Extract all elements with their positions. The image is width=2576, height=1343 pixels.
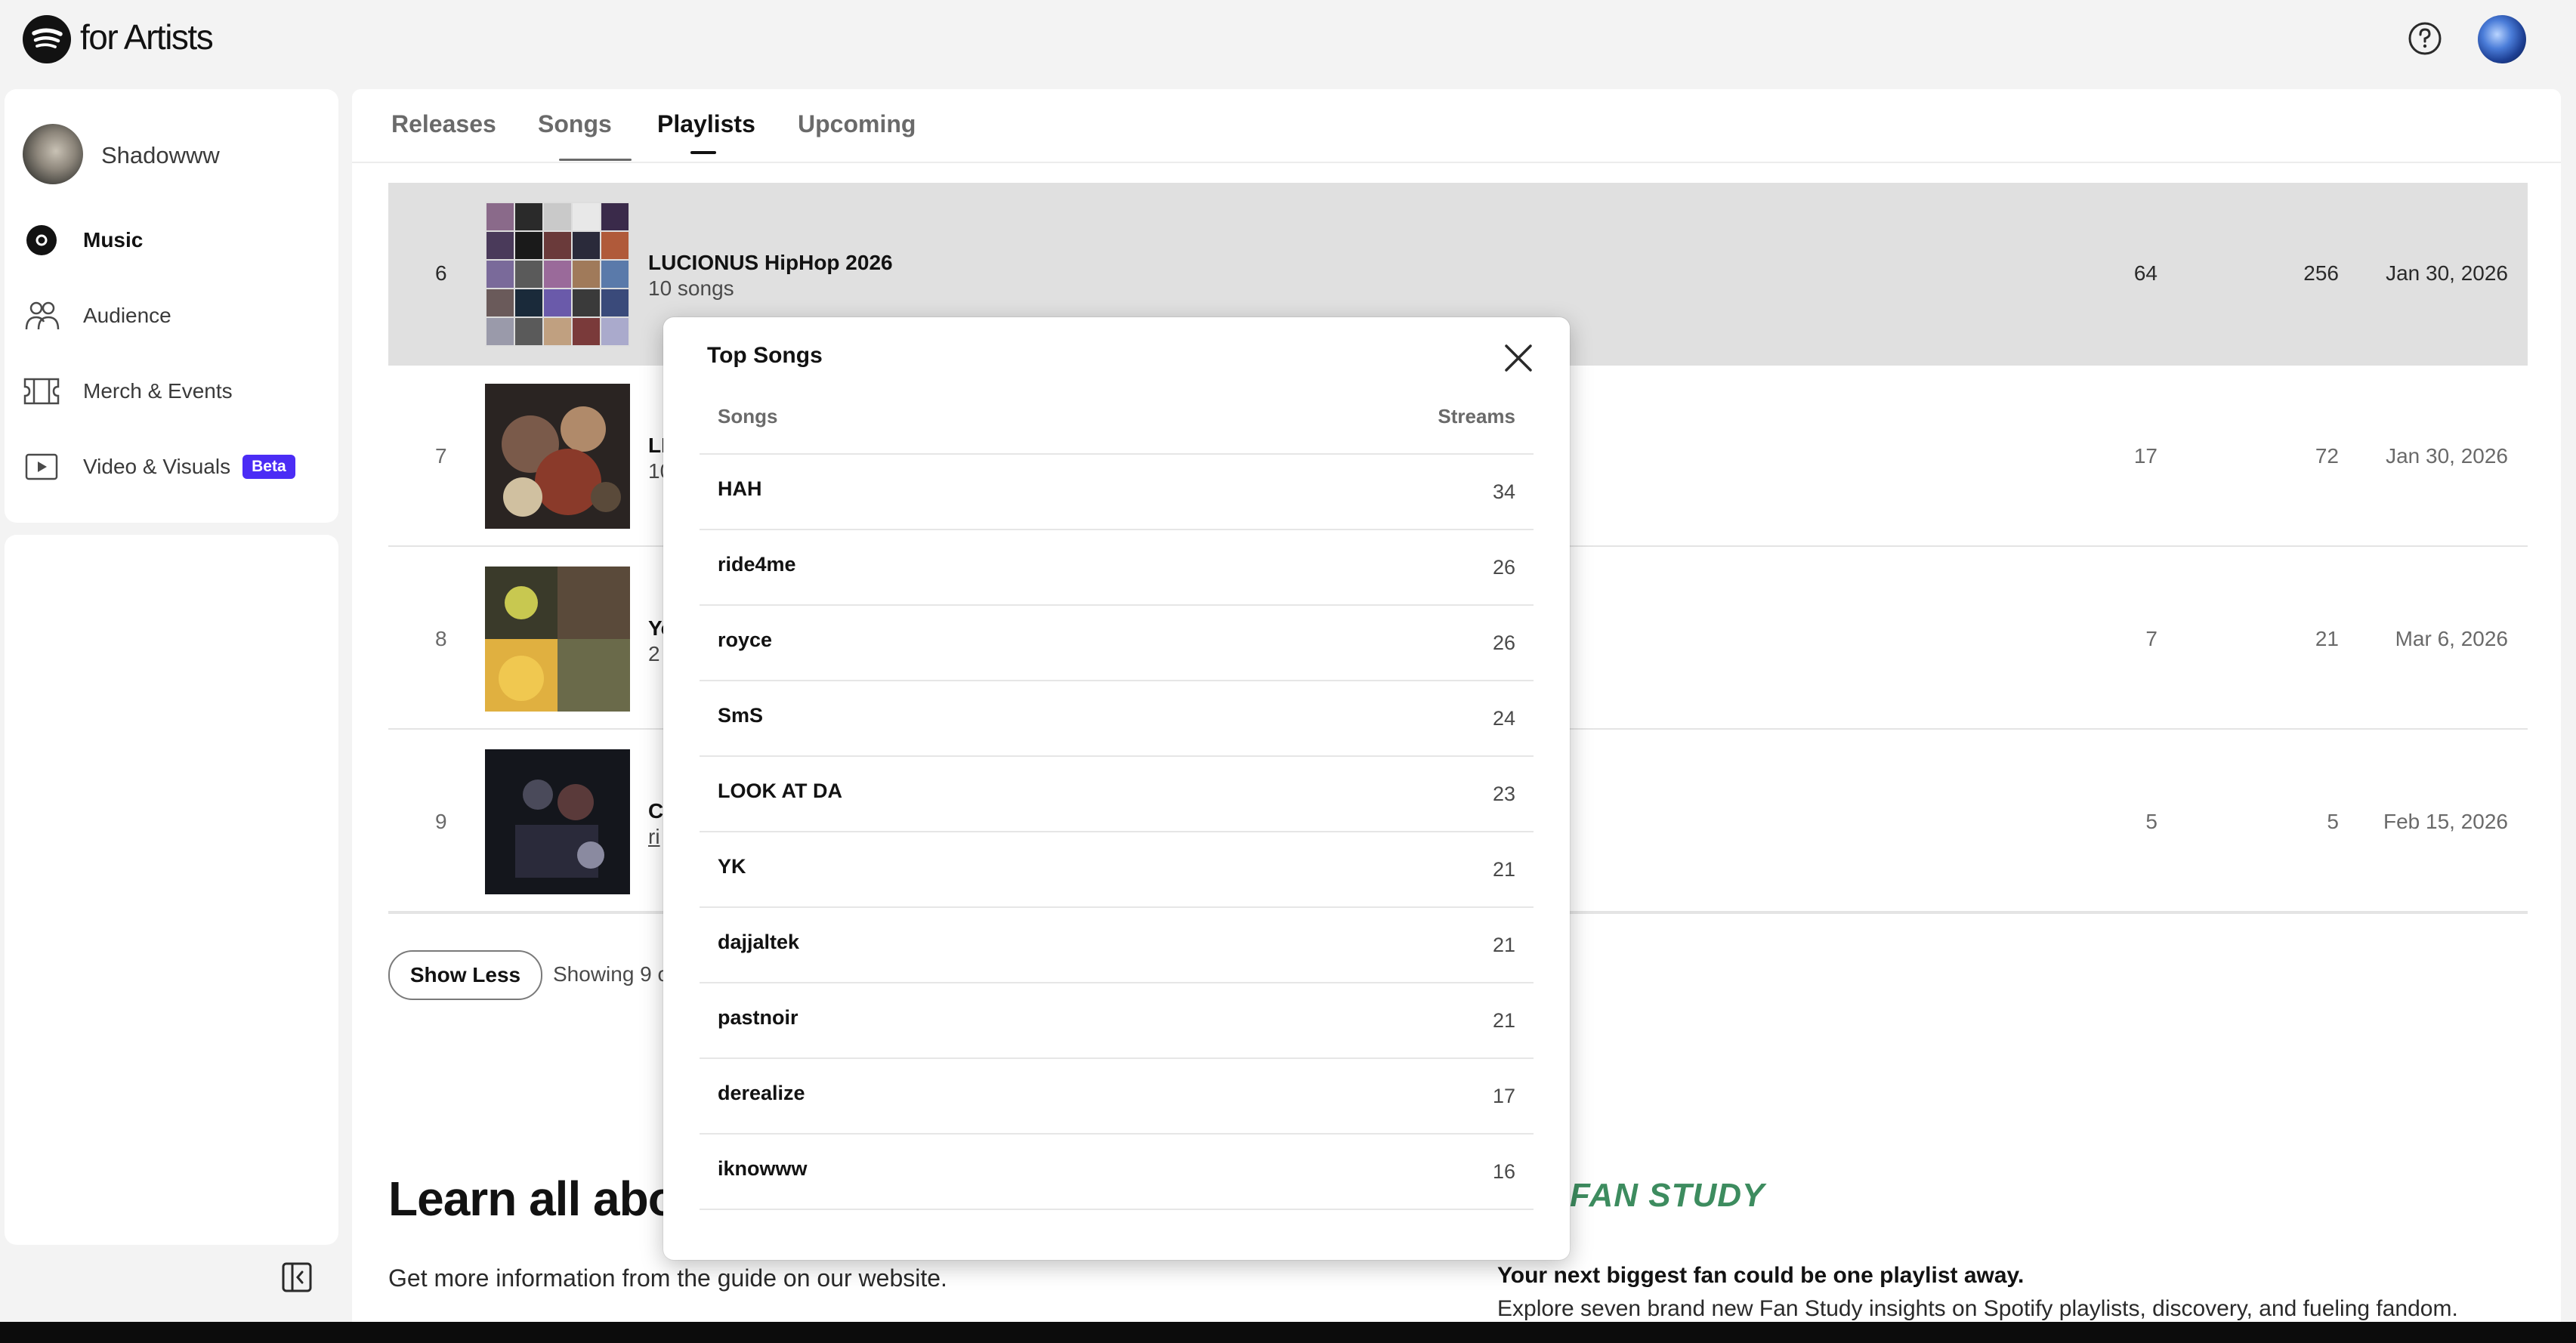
song-name: derealize — [718, 1082, 805, 1104]
sidebar-item-label: Audience — [83, 304, 171, 327]
row-divider — [700, 680, 1534, 681]
song-name: ride4me — [718, 553, 796, 576]
row-divider — [700, 1209, 1534, 1210]
playlist-cover — [485, 202, 630, 347]
spotify-logo-icon[interactable] — [23, 15, 71, 63]
tab-playlists[interactable]: Playlists — [657, 110, 755, 138]
sidebar-item-audience[interactable]: Audience — [23, 293, 325, 338]
fan-study-text: Explore seven brand new Fan Study insigh… — [1497, 1296, 2458, 1321]
playlist-rank: 8 — [435, 627, 447, 650]
artist-name[interactable]: Shadowww — [101, 142, 220, 169]
song-streams: 23 — [1492, 783, 1515, 805]
row-divider — [700, 831, 1534, 832]
audience-icon — [23, 297, 60, 335]
top-songs-popup: Top Songs Songs Streams HAH 34 ride4me 2… — [663, 317, 1570, 1260]
song-streams: 26 — [1492, 631, 1515, 654]
playlist-rank: 9 — [435, 810, 447, 833]
playlist-subtitle: 10 songs — [648, 276, 734, 300]
playlist-date: Mar 6, 2026 — [2395, 627, 2508, 650]
song-streams: 21 — [1492, 858, 1515, 881]
tab-releases[interactable]: Releases — [391, 110, 496, 138]
close-icon[interactable] — [1502, 341, 1535, 375]
song-name: dajjaltek — [718, 931, 800, 953]
tab-playlists-indicator — [690, 151, 716, 154]
tab-bar: Releases Songs Playlists Upcoming — [352, 89, 2561, 163]
row-divider — [700, 604, 1534, 606]
row-divider — [700, 529, 1534, 530]
playlist-rank: 6 — [435, 261, 447, 285]
playlist-listeners: 64 — [2133, 261, 2157, 285]
playlist-date: Jan 30, 2026 — [2386, 261, 2508, 285]
row-divider — [700, 906, 1534, 908]
showing-count: Showing 9 o — [553, 962, 670, 986]
playlist-listeners: 7 — [2145, 627, 2157, 650]
sidebar-empty-panel — [5, 535, 338, 1245]
song-streams: 26 — [1492, 556, 1515, 579]
playlist-date: Jan 30, 2026 — [2386, 444, 2508, 468]
song-streams: 17 — [1492, 1085, 1515, 1107]
song-streams: 24 — [1492, 707, 1515, 730]
beta-badge: Beta — [242, 455, 295, 479]
playlist-cover — [485, 749, 630, 894]
sidebar-item-label: Music — [83, 228, 144, 252]
row-divider — [700, 755, 1534, 757]
sidebar-item-label: Merch & Events — [83, 379, 233, 403]
playlist-cover — [485, 567, 630, 712]
song-streams: 21 — [1492, 934, 1515, 956]
song-name: iknowww — [718, 1157, 808, 1180]
fan-study-logo: FAN STUDY — [1570, 1177, 1765, 1214]
playlist-listeners: 17 — [2133, 444, 2157, 468]
sidebar-item-merch-events[interactable]: Merch & Events — [23, 369, 325, 414]
column-header-songs: Songs — [718, 405, 778, 428]
song-streams: 21 — [1492, 1009, 1515, 1032]
window-bottom-edge — [0, 1322, 2576, 1343]
header-divider — [700, 453, 1534, 455]
sidebar-item-video-visuals[interactable]: Video & Visuals Beta — [23, 444, 325, 489]
sidebar-item-music[interactable]: Music — [23, 218, 325, 263]
row-divider — [700, 1133, 1534, 1135]
sidebar-item-label: Video & Visuals — [83, 455, 231, 478]
ticket-icon — [23, 372, 60, 410]
tab-upcoming[interactable]: Upcoming — [798, 110, 916, 138]
playlist-subtitle: 2 — [648, 642, 660, 665]
learn-heading: Learn all abou — [388, 1172, 706, 1226]
song-name: SmS — [718, 704, 764, 727]
artist-avatar[interactable] — [23, 124, 83, 184]
song-name: pastnoir — [718, 1006, 798, 1029]
fan-study-heading[interactable]: Your next biggest fan could be one playl… — [1497, 1263, 2024, 1289]
song-name: HAH — [718, 477, 762, 500]
song-name: LOOK AT DA — [718, 780, 842, 802]
user-avatar[interactable] — [2478, 15, 2526, 63]
playlist-subtitle[interactable]: ri — [648, 825, 660, 849]
collapse-sidebar-icon[interactable] — [280, 1260, 314, 1295]
song-name: royce — [718, 628, 773, 651]
help-icon[interactable] — [2406, 20, 2444, 57]
song-streams: 34 — [1492, 480, 1515, 503]
video-icon — [23, 448, 60, 486]
playlist-rank: 7 — [435, 444, 447, 468]
song-name: YK — [718, 855, 746, 878]
playlist-listeners: 5 — [2145, 810, 2157, 833]
playlist-date: Feb 15, 2026 — [2383, 810, 2508, 833]
popup-title: Top Songs — [707, 343, 823, 368]
tab-songs[interactable]: Songs — [538, 110, 612, 138]
brand-name: for Artists — [80, 17, 214, 57]
row-divider — [700, 1057, 1534, 1059]
playlist-title[interactable]: LUCIONUS HipHop 2026 — [648, 251, 893, 275]
row-divider — [700, 982, 1534, 983]
tab-songs-underline — [559, 159, 632, 161]
music-disc-icon — [23, 221, 60, 259]
show-less-button[interactable]: Show Less — [388, 950, 542, 1000]
learn-subtext: Get more information from the guide on o… — [388, 1264, 947, 1292]
playlist-cover — [485, 384, 630, 529]
column-header-streams: Streams — [1438, 405, 1515, 428]
song-streams: 16 — [1492, 1160, 1515, 1183]
